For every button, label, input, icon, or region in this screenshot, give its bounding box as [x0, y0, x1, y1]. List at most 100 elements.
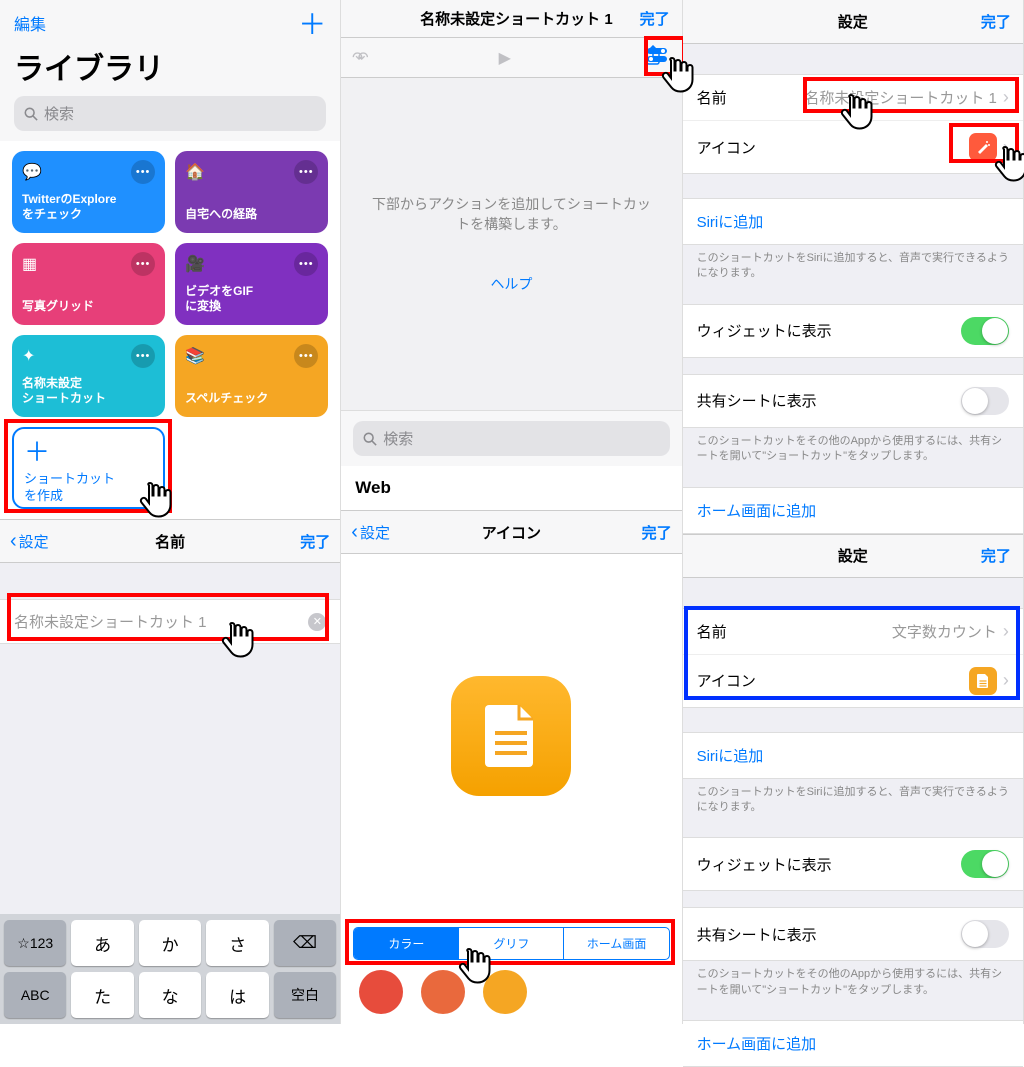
- tile-label: 名称未設定 ショートカット: [22, 376, 155, 407]
- more-icon[interactable]: •••: [294, 252, 318, 276]
- web-section-header: Web: [341, 466, 681, 510]
- done-button[interactable]: 完了: [300, 531, 330, 552]
- home-icon: 🏠: [185, 162, 205, 182]
- settings-title: 設定: [838, 545, 868, 566]
- create-shortcut-button[interactable]: ＋ ショートカット を作成: [12, 427, 165, 509]
- color-swatch[interactable]: [359, 970, 403, 1014]
- kb-key[interactable]: た: [71, 972, 133, 1018]
- edit-button[interactable]: 編集: [14, 11, 46, 35]
- color-swatch[interactable]: [483, 970, 527, 1014]
- siri-desc: このショートカットをSiriに追加すると、音声で実行できるようになります。: [683, 779, 1023, 822]
- nav-title: 名前: [155, 531, 185, 552]
- settings-toggle-icon[interactable]: [646, 47, 668, 68]
- speech-icon: 💬: [22, 162, 42, 182]
- plus-icon: ＋: [24, 439, 153, 465]
- siri-link[interactable]: Siriに追加: [683, 732, 1023, 779]
- color-swatch[interactable]: [421, 970, 465, 1014]
- name-value: 名称未設定ショートカット 1: [804, 87, 997, 108]
- redo-icon[interactable]: ↷: [352, 48, 365, 68]
- clear-button[interactable]: ✕: [308, 613, 326, 631]
- more-icon[interactable]: •••: [294, 344, 318, 368]
- share-desc: このショートカットをその他のAppから使用するには、共有シートを開いて"ショート…: [683, 428, 1023, 471]
- tile-label: ビデオをGIF に変換: [185, 284, 318, 315]
- video-icon: 🎥: [185, 254, 205, 274]
- more-icon[interactable]: •••: [131, 344, 155, 368]
- tile-photo-grid[interactable]: ▦ ••• 写真グリッド: [12, 243, 165, 325]
- name-label: 名前: [697, 621, 727, 642]
- kb-key[interactable]: さ: [206, 920, 268, 966]
- widget-toggle[interactable]: [961, 850, 1009, 878]
- done-button[interactable]: 完了: [642, 522, 672, 543]
- empty-message: 下部からアクションを追加してショートカットを構築します。: [371, 194, 651, 234]
- help-link[interactable]: ヘルプ: [490, 274, 532, 294]
- done-button[interactable]: 完了: [981, 545, 1011, 566]
- segment-color[interactable]: カラー: [354, 928, 459, 959]
- search-input[interactable]: 検索: [14, 96, 326, 131]
- more-icon[interactable]: •••: [131, 160, 155, 184]
- share-row: 共有シートに表示: [683, 908, 1023, 960]
- kb-key[interactable]: な: [139, 972, 201, 1018]
- tile-label: 写真グリッド: [22, 299, 155, 315]
- kb-key[interactable]: ☆123: [4, 920, 66, 966]
- segment-glyph[interactable]: グリフ: [459, 928, 564, 959]
- kb-key[interactable]: は: [206, 972, 268, 1018]
- widget-toggle[interactable]: [961, 317, 1009, 345]
- document-icon: [969, 667, 997, 695]
- tile-twitter[interactable]: 💬•••TwitterのExplore をチェック: [12, 151, 165, 233]
- wand-icon: [969, 133, 997, 161]
- home-link[interactable]: ホーム画面に追加: [683, 487, 1023, 534]
- done-button[interactable]: 完了: [640, 8, 670, 29]
- add-button[interactable]: ＋: [298, 3, 326, 43]
- name-input[interactable]: 名称未設定ショートカット 1: [14, 611, 207, 632]
- share-label: 共有シートに表示: [697, 924, 817, 945]
- widget-row: ウィジェットに表示: [683, 305, 1023, 357]
- segment-home[interactable]: ホーム画面: [564, 928, 668, 959]
- icon-row[interactable]: アイコン ›: [683, 655, 1023, 707]
- back-button[interactable]: ‹設定: [351, 521, 390, 544]
- editor-title: 名称未設定ショートカット 1: [420, 8, 613, 29]
- back-button[interactable]: ‹設定: [10, 530, 49, 553]
- kb-key[interactable]: か: [139, 920, 201, 966]
- icon-label: アイコン: [697, 137, 756, 158]
- icon-label: アイコン: [697, 670, 756, 691]
- play-icon[interactable]: ▶: [499, 48, 511, 68]
- settings-title: 設定: [838, 11, 868, 32]
- share-label: 共有シートに表示: [697, 390, 817, 411]
- tile-spellcheck[interactable]: 📚•••スペルチェック: [175, 335, 328, 417]
- kb-key[interactable]: あ: [71, 920, 133, 966]
- widget-label: ウィジェットに表示: [697, 320, 832, 341]
- chevron-icon: ›: [1003, 621, 1009, 642]
- nav-title: アイコン: [482, 522, 541, 543]
- kb-space[interactable]: 空白: [274, 972, 336, 1018]
- action-search[interactable]: 検索: [353, 421, 669, 456]
- home-link[interactable]: ホーム画面に追加: [683, 1020, 1023, 1067]
- tile-video-gif[interactable]: 🎥 ••• ビデオをGIF に変換: [175, 243, 328, 325]
- library-title: ライブラリ: [14, 44, 326, 88]
- share-toggle[interactable]: [961, 920, 1009, 948]
- name-value: 文字数カウント: [892, 621, 997, 642]
- share-desc: このショートカットをその他のAppから使用するには、共有シートを開いて"ショート…: [683, 961, 1023, 1004]
- wand-icon: ✦: [22, 346, 35, 366]
- name-row[interactable]: 名前 名称未設定ショートカット 1›: [683, 75, 1023, 121]
- name-row[interactable]: 名前 文字数カウント ›: [683, 609, 1023, 655]
- siri-link[interactable]: Siriに追加: [683, 198, 1023, 245]
- icon-segment-control[interactable]: カラー グリフ ホーム画面: [353, 927, 669, 960]
- more-icon[interactable]: •••: [131, 252, 155, 276]
- share-toggle[interactable]: [961, 387, 1009, 415]
- tile-label: 自宅への経路: [185, 207, 318, 223]
- done-button[interactable]: 完了: [981, 11, 1011, 32]
- kb-backspace[interactable]: ⌫: [274, 920, 336, 966]
- tile-untitled[interactable]: ✦ ••• 名称未設定 ショートカット: [12, 335, 165, 417]
- more-icon[interactable]: •••: [294, 160, 318, 184]
- create-label: ショートカット を作成: [24, 471, 153, 505]
- share-row: 共有シートに表示: [683, 375, 1023, 427]
- icon-row[interactable]: アイコン ›: [683, 121, 1023, 173]
- widget-row: ウィジェットに表示: [683, 838, 1023, 890]
- kb-key[interactable]: ABC: [4, 972, 66, 1018]
- siri-desc: このショートカットをSiriに追加すると、音声で実行できるようになります。: [683, 245, 1023, 288]
- chevron-icon: ›: [1003, 137, 1009, 158]
- name-label: 名前: [697, 87, 727, 108]
- grid-icon: ▦: [22, 254, 37, 274]
- tile-home-route[interactable]: 🏠 ••• 自宅への経路: [175, 151, 328, 233]
- keyboard: ☆123 あ か さ ⌫ ABC た な は 空白: [0, 914, 340, 1024]
